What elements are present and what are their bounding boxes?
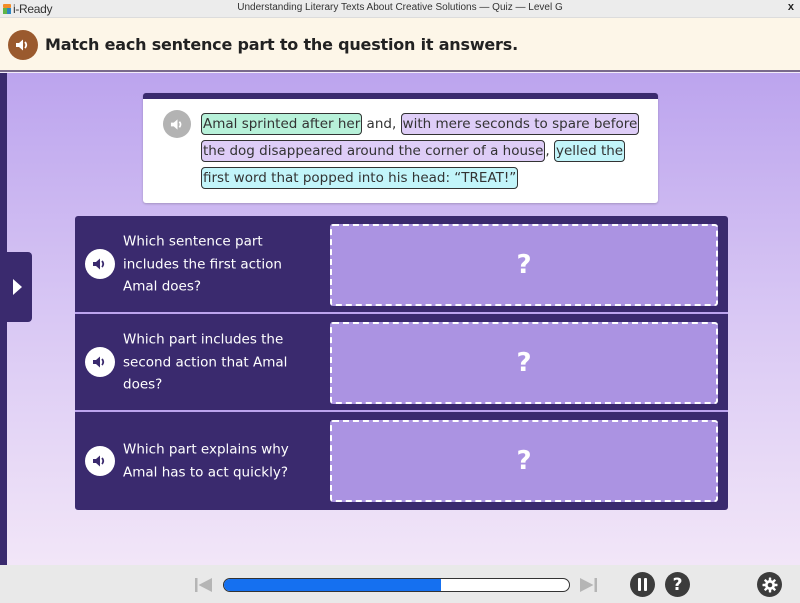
speaker-icon (16, 39, 28, 51)
question-audio-button[interactable] (85, 347, 115, 377)
bottom-toolbar: ? (0, 565, 800, 603)
question-audio-button[interactable] (85, 249, 115, 279)
question-mark-placeholder: ? (516, 348, 532, 378)
question-mark-placeholder: ? (516, 446, 532, 476)
drawer-toggle-button[interactable] (0, 252, 32, 322)
passage-audio-button[interactable] (163, 110, 191, 138)
connector-text: and, (362, 116, 401, 132)
speaker-icon (93, 258, 105, 270)
instruction-text: Match each sentence part to the question… (45, 35, 518, 54)
question-row: Which part includes the second action th… (75, 314, 728, 412)
pause-button[interactable] (630, 572, 655, 597)
connector-text: , (545, 143, 554, 159)
close-button[interactable]: x (788, 1, 794, 13)
instruction-audio-button[interactable] (8, 30, 38, 60)
question-text: Which part includes the second action th… (123, 331, 288, 393)
progress-fill (224, 579, 442, 591)
skip-back-icon[interactable] (194, 577, 214, 593)
help-icon: ? (672, 574, 683, 595)
question-row: Which sentence part includes the first a… (75, 216, 728, 314)
settings-button[interactable] (757, 572, 782, 597)
passage-card: Amal sprinted after her and, with mere s… (143, 93, 658, 203)
gear-icon (762, 577, 777, 592)
question-text: Which sentence part includes the first a… (123, 233, 282, 295)
question-text: Which part explains why Amal has to act … (123, 441, 289, 481)
help-button[interactable]: ? (665, 572, 690, 597)
instruction-bar: Match each sentence part to the question… (0, 18, 800, 72)
chevron-right-icon (13, 279, 22, 295)
passage-text: Amal sprinted after her and, with mere s… (201, 111, 641, 192)
pause-icon (637, 578, 649, 591)
speaker-icon (93, 455, 105, 467)
main-area: Amal sprinted after her and, with mere s… (0, 73, 800, 565)
window-title: Understanding Literary Texts About Creat… (237, 2, 563, 13)
skip-forward-icon[interactable] (578, 577, 598, 593)
title-bar: i-Ready Understanding Literary Texts Abo… (0, 0, 800, 18)
progress-bar (223, 578, 570, 592)
answer-dropzone[interactable]: ? (330, 224, 718, 306)
question-mark-placeholder: ? (516, 250, 532, 280)
answer-dropzone[interactable]: ? (330, 420, 718, 502)
question-audio-button[interactable] (85, 446, 115, 476)
answer-dropzone[interactable]: ? (330, 322, 718, 404)
question-row: Which part explains why Amal has to act … (75, 412, 728, 510)
question-list: Which sentence part includes the first a… (75, 216, 728, 510)
sentence-part-1[interactable]: Amal sprinted after her (201, 113, 363, 135)
speaker-icon (93, 356, 105, 368)
speaker-icon (170, 118, 181, 130)
